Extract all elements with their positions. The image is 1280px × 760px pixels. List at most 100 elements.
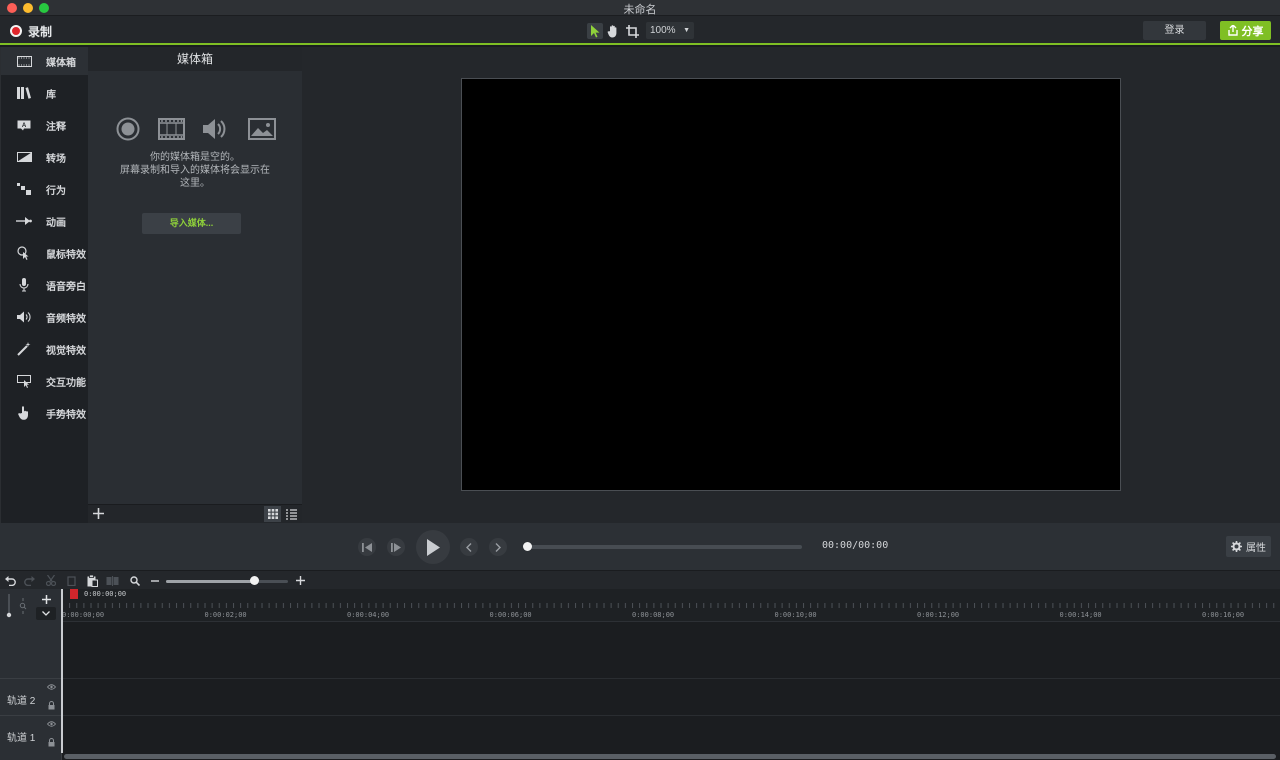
timeline-tracks[interactable] <box>62 622 1280 753</box>
sidebar-item-audio-effects[interactable]: 音频特效 <box>1 303 88 331</box>
sidebar-item-visual-effects[interactable]: 视觉特效 <box>1 335 88 363</box>
ruler-tick-label: 0:00:00;00 <box>62 611 105 619</box>
zoom-out-button[interactable] <box>148 574 162 587</box>
sidebar-item-voice-narration[interactable]: 语音旁白 <box>1 271 88 299</box>
timeline-zoom-icon <box>128 574 142 587</box>
chevron-down-icon <box>42 611 50 616</box>
sidebar-item-label: 注释 <box>46 121 66 133</box>
track-1-header[interactable]: 轨道 1 <box>0 715 62 752</box>
sidebar-item-label: 转场 <box>46 153 66 165</box>
gear-icon <box>1231 541 1242 552</box>
plus-icon <box>93 508 104 519</box>
sidebar-item-transitions[interactable]: 转场 <box>1 143 88 171</box>
sidebar-item-cursor-effects[interactable]: 鼠标特效 <box>1 239 88 267</box>
track-2-header[interactable]: 轨道 2 <box>0 678 62 715</box>
arrow-pointer-icon <box>591 24 600 37</box>
ruler-tick-label: 0:00:02;00 <box>204 611 247 619</box>
hand-gesture-icon <box>16 406 32 420</box>
crop-tool-button[interactable] <box>624 23 640 39</box>
next-clip-button[interactable] <box>489 538 507 556</box>
record-button[interactable]: 录制 <box>10 22 52 40</box>
interactive-icon <box>16 374 32 388</box>
step-forward-button[interactable] <box>387 538 405 556</box>
sidebar-item-library[interactable]: 库 <box>1 79 88 107</box>
tool-sidebar: 媒体箱 库 A 注释 转场 行为 动画 鼠标特效 语音旁白 音频特效 视觉特效 … <box>0 47 88 523</box>
cursor-effect-icon <box>16 246 32 260</box>
playhead-handle[interactable] <box>70 589 78 599</box>
redo-button[interactable] <box>22 574 36 587</box>
track-height-slider[interactable] <box>6 594 12 618</box>
properties-button[interactable]: 属性 <box>1226 536 1271 557</box>
share-button[interactable]: 分享 <box>1220 21 1271 40</box>
chevron-right-icon <box>495 542 501 552</box>
select-tool-button[interactable] <box>587 23 603 39</box>
sidebar-item-interactivity[interactable]: 交互功能 <box>1 367 88 395</box>
split-button[interactable] <box>105 574 119 587</box>
sidebar-item-label: 媒体箱 <box>46 57 76 69</box>
ruler-ticks <box>62 597 1280 609</box>
ruler-tick-label: 0:00:14;00 <box>1059 611 1102 619</box>
clipboard-icon <box>87 574 98 587</box>
play-button[interactable] <box>416 530 450 564</box>
record-dot-icon <box>10 25 22 37</box>
step-backward-icon <box>362 542 372 552</box>
eye-icon <box>47 721 56 727</box>
zoom-in-button[interactable] <box>293 574 307 587</box>
properties-label: 属性 <box>1246 543 1266 554</box>
media-bin-panel: 媒体箱 你的媒体箱是空的。 屏幕录制和导入的媒体将会显示在 这里。 导入媒体..… <box>88 47 302 523</box>
play-icon <box>427 538 440 556</box>
timeline-scrollbar-thumb[interactable] <box>64 754 1276 759</box>
pan-tool-button[interactable] <box>605 23 621 39</box>
behavior-icon <box>16 182 32 196</box>
redo-icon <box>23 576 35 586</box>
import-media-button[interactable]: 导入媒体... <box>142 213 241 234</box>
playback-scrubber[interactable] <box>526 545 802 549</box>
eye-icon <box>47 684 56 690</box>
playhead-line[interactable] <box>61 589 63 753</box>
copy-button[interactable] <box>65 574 79 587</box>
paste-button[interactable] <box>85 574 99 587</box>
chevron-left-icon <box>466 542 472 552</box>
caret-down-icon: ▼ <box>683 27 690 34</box>
previous-clip-button[interactable] <box>460 538 478 556</box>
vertical-slider-icon <box>6 594 12 618</box>
sidebar-item-label: 库 <box>46 89 56 101</box>
track-options-button[interactable] <box>36 607 56 620</box>
track-1-lane[interactable] <box>62 715 1280 753</box>
animation-arrow-icon <box>16 214 32 228</box>
undo-button[interactable] <box>3 574 17 587</box>
media-bin-title: 媒体箱 <box>88 47 302 71</box>
sidebar-item-annotations[interactable]: A 注释 <box>1 111 88 139</box>
magic-wand-icon <box>16 342 32 356</box>
sidebar-item-label: 视觉特效 <box>46 345 86 357</box>
main-toolbar: 录制 100% ▼ 登录 分享 <box>0 16 1280 45</box>
sidebar-item-gesture-effects[interactable]: 手势特效 <box>1 399 88 427</box>
sidebar-item-behaviors[interactable]: 行为 <box>1 175 88 203</box>
ruler-tick-label: 0:00:16;00 <box>1202 611 1245 619</box>
timeline-zoom-handle[interactable] <box>250 576 259 585</box>
sidebar-item-label: 手势特效 <box>46 409 86 421</box>
scrubber-handle[interactable] <box>523 542 532 551</box>
track-header-column: 轨道 2 轨道 1 <box>0 589 62 760</box>
zoom-level-select[interactable]: 100% ▼ <box>646 22 694 39</box>
library-icon <box>16 86 32 100</box>
record-label: 录制 <box>28 24 53 39</box>
login-button[interactable]: 登录 <box>1143 21 1206 40</box>
ruler-tick-label: 0:00:04;00 <box>347 611 390 619</box>
undo-icon <box>4 576 16 586</box>
list-view-button[interactable] <box>283 506 300 522</box>
sidebar-item-media-bin[interactable]: 媒体箱 <box>1 47 88 75</box>
sidebar-item-animations[interactable]: 动画 <box>1 207 88 235</box>
step-back-button[interactable] <box>358 538 376 556</box>
add-track-button[interactable] <box>39 592 53 606</box>
playback-controls: 00:00/00:00 属性 <box>0 523 1280 570</box>
canvas-preview[interactable] <box>461 78 1121 491</box>
timeline-toolbar <box>0 570 1280 589</box>
timeline-ruler[interactable]: 0:00:00;00 0:00:02;00 0:00:04;00 0:00:06;00… <box>62 589 1280 622</box>
add-media-button[interactable] <box>93 505 105 521</box>
image-picture-icon <box>247 118 276 140</box>
grid-view-button[interactable] <box>264 506 281 522</box>
track-2-lane[interactable] <box>62 678 1280 715</box>
cut-button[interactable] <box>44 574 58 587</box>
media-bin-footer <box>88 504 302 523</box>
